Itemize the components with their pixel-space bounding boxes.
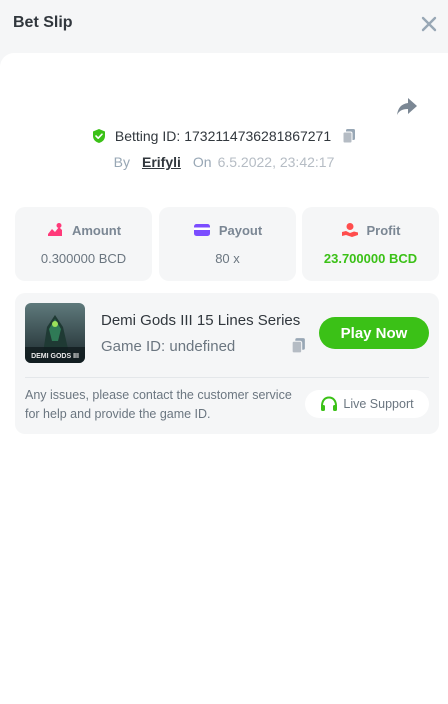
live-support-button[interactable]: Live Support [305, 390, 429, 418]
verified-shield-icon [92, 129, 105, 143]
amount-label: Amount [71, 222, 122, 238]
live-support-label: Live Support [343, 397, 414, 411]
copy-icon[interactable] [341, 128, 357, 144]
divider [25, 377, 429, 378]
bet-datetime: 6.5.2022, 23:42:17 [217, 154, 335, 170]
copy-game-id-icon[interactable] [290, 337, 307, 354]
profit-label: Profit [366, 222, 401, 238]
profit-card: Profit 23.700000 BCD [302, 207, 439, 281]
payout-label: Payout [218, 222, 263, 238]
support-notice: Any issues, please contact the customer … [25, 388, 292, 421]
payout-card: Payout 80 x [159, 207, 296, 281]
headset-icon [321, 396, 338, 411]
payout-icon [193, 224, 210, 236]
game-thumbnail-art: DEMI GODS III [25, 303, 85, 363]
amount-label-row: Amount [15, 222, 152, 238]
game-id-value: undefined [169, 338, 236, 355]
profit-icon [341, 223, 358, 237]
amount-value: 0.300000 BCD [40, 251, 127, 266]
betting-id-row: Betting ID: 1732114736281867271 [0, 126, 448, 146]
user-link[interactable]: Erifyli [142, 154, 181, 170]
payout-label-row: Payout [159, 222, 296, 238]
profit-label-row: Profit [302, 222, 439, 238]
betting-id-value: 1732114736281867271 [184, 128, 332, 144]
amount-card: Amount 0.300000 BCD [15, 207, 152, 281]
on-label: On [192, 154, 212, 170]
close-icon[interactable] [418, 13, 440, 35]
payout-value: 80 x [215, 251, 240, 266]
game-thumbnail[interactable]: DEMI GODS III [25, 303, 85, 363]
game-id-label: Game ID: [101, 338, 166, 355]
betting-id-label: Betting ID: [114, 128, 181, 144]
bet-meta-row: By Erifyli On 6.5.2022, 23:42:17 [0, 152, 448, 172]
header: Bet Slip [0, 0, 448, 50]
game-name: Demi Gods III 15 Lines Series [101, 312, 301, 329]
amount-icon [47, 223, 62, 236]
profit-value: 23.700000 BCD [323, 251, 418, 266]
game-id: Game ID: undefined [101, 338, 235, 355]
page-title: Bet Slip [13, 14, 73, 31]
by-label: By [113, 154, 130, 170]
share-icon[interactable] [396, 96, 418, 116]
thumbnail-logo-text: DEMI GODS III [31, 353, 79, 360]
play-now-button[interactable]: Play Now [319, 317, 429, 349]
game-card: DEMI GODS III Demi Gods III 15 Lines Ser… [15, 293, 439, 434]
